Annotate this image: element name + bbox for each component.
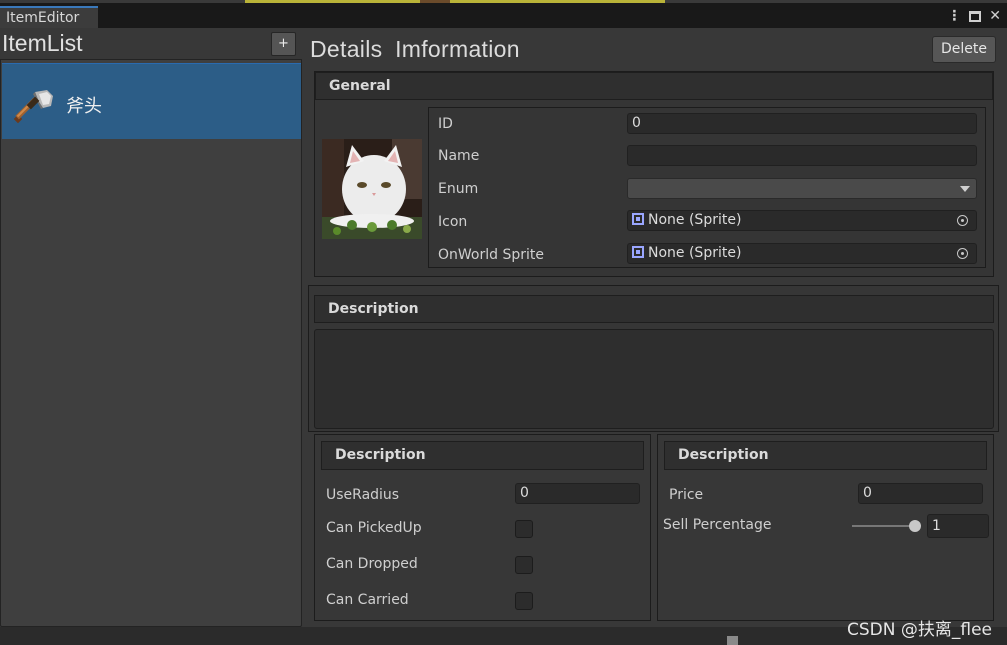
- description-textarea[interactable]: [314, 329, 994, 429]
- watermark: CSDN @扶离_flee: [847, 620, 992, 640]
- can-carried-label: Can Carried: [326, 592, 409, 608]
- window-controls: ⋮ ✕: [947, 6, 1001, 26]
- sell-percentage-slider-handle[interactable]: [909, 520, 921, 532]
- add-item-button[interactable]: +: [271, 32, 296, 56]
- object-picker-icon[interactable]: [957, 248, 968, 259]
- sell-percentage-label: Sell Percentage: [663, 517, 772, 533]
- item-list-title: ItemList: [2, 30, 83, 56]
- can-carried-checkbox[interactable]: [515, 592, 533, 610]
- item-icon-preview: [322, 139, 422, 239]
- sprite-icon: [632, 213, 644, 225]
- list-item[interactable]: 斧头: [2, 63, 301, 139]
- enum-label: Enum: [438, 181, 479, 197]
- onworld-sprite-field[interactable]: None (Sprite): [627, 243, 977, 264]
- description-header: Description: [314, 295, 994, 323]
- maximize-icon[interactable]: [969, 10, 982, 22]
- id-label: ID: [438, 116, 453, 132]
- use-radius-field[interactable]: 0: [515, 483, 640, 504]
- icon-field-value: None (Sprite): [648, 212, 742, 228]
- sell-percentage-field[interactable]: 1: [927, 514, 989, 538]
- price-header: Description: [664, 441, 987, 470]
- tab-item-editor[interactable]: ItemEditor: [0, 6, 98, 28]
- icon-label: Icon: [438, 214, 468, 230]
- more-options-icon[interactable]: ⋮: [947, 7, 961, 25]
- can-picked-up-label: Can PickedUp: [326, 520, 422, 536]
- details-title: Details Imformation: [310, 36, 520, 62]
- close-icon[interactable]: ✕: [989, 7, 1001, 25]
- icon-object-field[interactable]: None (Sprite): [627, 210, 977, 231]
- sell-percentage-slider-track[interactable]: [852, 525, 916, 527]
- chevron-down-icon: [960, 186, 970, 192]
- can-dropped-label: Can Dropped: [326, 556, 418, 572]
- price-label: Price: [669, 487, 704, 503]
- name-label: Name: [438, 148, 480, 164]
- usage-header: Description: [321, 441, 644, 470]
- id-field[interactable]: 0: [627, 113, 977, 134]
- general-header: General: [315, 72, 993, 100]
- onworld-sprite-label: OnWorld Sprite: [438, 247, 544, 263]
- tab-title: ItemEditor: [6, 10, 80, 26]
- list-item-label: 斧头: [66, 96, 102, 117]
- item-list: 斧头: [0, 59, 302, 627]
- name-field[interactable]: [627, 145, 977, 166]
- enum-dropdown[interactable]: [627, 178, 977, 199]
- ghost-checkbox: [727, 636, 738, 645]
- use-radius-label: UseRadius: [326, 487, 400, 503]
- object-picker-icon[interactable]: [957, 215, 968, 226]
- sprite-icon: [632, 246, 644, 258]
- axe-icon: [13, 90, 53, 124]
- tab-bar: ItemEditor ⋮ ✕: [0, 3, 1007, 28]
- onworld-field-value: None (Sprite): [648, 245, 742, 261]
- can-dropped-checkbox[interactable]: [515, 556, 533, 574]
- can-picked-up-checkbox[interactable]: [515, 520, 533, 538]
- price-field[interactable]: 0: [858, 483, 983, 504]
- delete-button[interactable]: Delete: [932, 36, 996, 63]
